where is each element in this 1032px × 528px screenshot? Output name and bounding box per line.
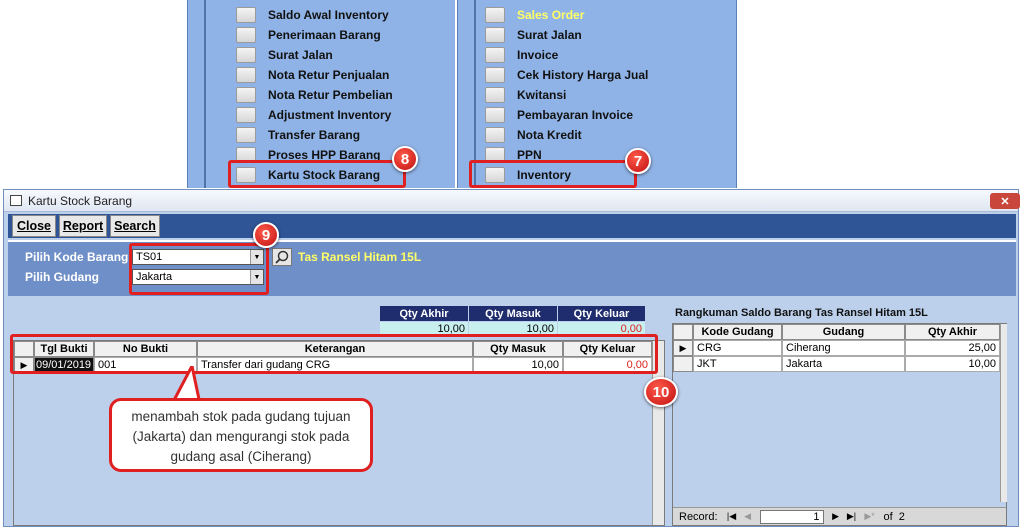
step-badge-8: 8 <box>392 146 418 172</box>
item-name: Tas Ransel Hitam 15L <box>298 250 422 264</box>
highlight-filter <box>129 243 269 295</box>
menu-button-icon <box>485 127 505 143</box>
step-badge-7: 7 <box>625 148 651 174</box>
menu-button-icon <box>485 107 505 123</box>
menu-button-icon <box>236 127 256 143</box>
menu-item-sales-order[interactable]: Sales Order <box>485 6 584 24</box>
menu-button-icon <box>485 67 505 83</box>
record-number-input[interactable]: 1 <box>759 509 824 524</box>
gudang-label: Pilih Gudang <box>25 270 99 284</box>
menu-item-invoice[interactable]: Invoice <box>485 46 558 64</box>
table-cell[interactable]: 10,00 <box>905 356 1000 372</box>
menu-item-label: Invoice <box>517 48 559 62</box>
menu-item-label: Transfer Barang <box>268 128 361 142</box>
menu-button-icon <box>485 47 505 63</box>
highlight-grid-row <box>10 334 658 374</box>
menu-item-surat-jalan-2[interactable]: Surat Jalan <box>485 26 582 44</box>
menu-item-label: Penerimaan Barang <box>268 28 381 42</box>
menu-item-label: Nota Kredit <box>517 128 582 142</box>
summary-header: Qty Masuk <box>469 306 557 321</box>
window-icon <box>10 195 22 206</box>
rangkuman-grid[interactable]: Kode Gudang Gudang Qty Akhir ▶ CRG Ciher… <box>672 323 1007 526</box>
last-record-icon[interactable]: ▶| <box>844 511 860 522</box>
menu-item-label: Sales Order <box>517 8 585 22</box>
record-label: Record: <box>679 510 718 523</box>
window-titlebar: Kartu Stock Barang ✕ <box>4 190 1020 212</box>
record-navigator: Record: |◀ ◀ 1 ▶ ▶| ▶* of 2 <box>673 507 1006 525</box>
menu-button-icon <box>236 107 256 123</box>
menu-item-label: Surat Jalan <box>517 28 582 42</box>
menu-button-icon <box>485 87 505 103</box>
menu-item-pembayaran[interactable]: Pembayaran Invoice <box>485 106 633 124</box>
close-button[interactable]: Close <box>12 215 56 237</box>
rangkuman-title: Rangkuman Saldo Barang Tas Ransel Hitam … <box>675 307 928 319</box>
menu-item-adjustment[interactable]: Adjustment Inventory <box>236 106 391 124</box>
new-record-icon[interactable]: ▶* <box>860 511 880 522</box>
table-row[interactable]: JKT Jakarta 10,00 <box>673 356 1000 372</box>
first-record-icon[interactable]: |◀ <box>724 511 740 522</box>
search-icon[interactable] <box>272 248 292 266</box>
column-header[interactable]: Gudang <box>782 324 905 340</box>
menu-item-label: Kwitansi <box>517 88 567 102</box>
search-button[interactable]: Search <box>110 215 160 237</box>
menu-divider <box>204 0 206 188</box>
menu-item-label: Nota Retur Penjualan <box>268 68 390 82</box>
table-cell[interactable]: Ciherang <box>782 340 905 356</box>
vertical-scrollbar[interactable] <box>1000 324 1007 502</box>
menu-item-history-harga[interactable]: Cek History Harga Jual <box>485 66 648 84</box>
menu-item-label: Cek History Harga Jual <box>517 68 649 82</box>
table-cell[interactable]: JKT <box>693 356 782 372</box>
menu-button-icon <box>236 7 256 23</box>
torn-edge <box>1019 0 1032 528</box>
table-row[interactable]: ▶ CRG Ciherang 25,00 <box>673 340 1000 356</box>
menu-item-label: Pembayaran Invoice <box>517 108 634 122</box>
menu-button-icon <box>236 47 256 63</box>
toolbar: Close Report Search <box>8 214 1016 238</box>
column-header[interactable]: Kode Gudang <box>693 324 782 340</box>
window-title: Kartu Stock Barang <box>28 193 133 208</box>
of-label: of <box>883 510 893 523</box>
menu-item-surat-jalan[interactable]: Surat Jalan <box>236 46 333 64</box>
record-total: 2 <box>898 510 905 523</box>
menu-item-label: Surat Jalan <box>268 48 333 62</box>
prev-record-icon[interactable]: ◀ <box>740 511 756 522</box>
table-cell[interactable]: 25,00 <box>905 340 1000 356</box>
next-record-icon[interactable]: ▶ <box>828 511 844 522</box>
highlight-kartu-stock <box>228 160 406 188</box>
menu-button-icon <box>485 27 505 43</box>
step-badge-9: 9 <box>253 222 279 248</box>
menu-item-transfer[interactable]: Transfer Barang <box>236 126 360 144</box>
menu-item-label: Nota Retur Pembelian <box>268 88 393 102</box>
table-cell[interactable]: CRG <box>693 340 782 356</box>
menu-item-nota-kredit[interactable]: Nota Kredit <box>485 126 582 144</box>
menu-button-icon <box>236 87 256 103</box>
menu-item-label: Adjustment Inventory <box>268 108 392 122</box>
menu-item-label: Saldo Awal Inventory <box>268 8 389 22</box>
menu-item-retur-penjualan[interactable]: Nota Retur Penjualan <box>236 66 389 84</box>
menu-item-retur-pembelian[interactable]: Nota Retur Pembelian <box>236 86 393 104</box>
step-badge-10: 10 <box>644 377 678 407</box>
menu-button-icon <box>236 27 256 43</box>
table-cell[interactable]: Jakarta <box>782 356 905 372</box>
menu-item-saldo-awal[interactable]: Saldo Awal Inventory <box>236 6 389 24</box>
menu-item-penerimaan[interactable]: Penerimaan Barang <box>236 26 381 44</box>
menu-item-kwitansi[interactable]: Kwitansi <box>485 86 566 104</box>
menu-button-icon <box>485 7 505 23</box>
highlight-inventory <box>469 160 637 188</box>
annotation-callout: menambah stok pada gudang tujuan (Jakart… <box>109 398 373 472</box>
menu-button-icon <box>236 67 256 83</box>
kode-barang-label: Pilih Kode Barang <box>25 250 129 264</box>
row-selector <box>673 356 693 372</box>
summary-header: Qty Keluar <box>558 306 645 321</box>
summary-header: Qty Akhir <box>380 306 468 321</box>
row-pointer-icon: ▶ <box>673 340 693 356</box>
report-button[interactable]: Report <box>59 215 107 237</box>
row-selector-header <box>673 324 693 340</box>
column-header[interactable]: Qty Akhir <box>905 324 1000 340</box>
